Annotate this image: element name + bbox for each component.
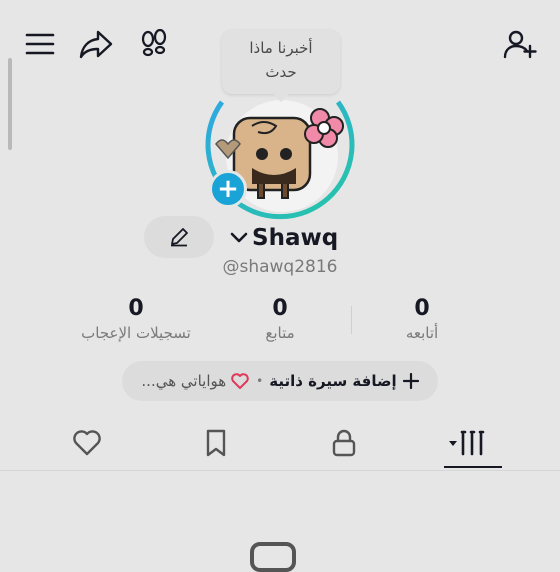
tab-private[interactable] [322, 424, 366, 462]
stat-following-value: 0 [414, 296, 430, 321]
pencil-icon [171, 228, 188, 247]
hobbies-button[interactable]: هواياتي هي... [141, 372, 250, 390]
stat-following-label: أتابعه [405, 324, 439, 342]
plus-icon: + [217, 174, 239, 204]
stat-followers-value: 0 [272, 296, 288, 321]
heart-icon [73, 430, 101, 456]
add-bio-label: إضافة سيرة ذاتية [269, 372, 397, 390]
bookmark-icon [206, 429, 226, 457]
footprints-icon[interactable] [136, 26, 172, 62]
stat-likes[interactable]: 0 تسجيلات الإعجاب [66, 296, 206, 344]
stat-divider [351, 306, 352, 334]
edit-profile-button[interactable] [144, 216, 214, 258]
plus-icon [402, 373, 419, 389]
hobbies-label: هواياتي هي... [141, 372, 227, 390]
chevron-down-icon [230, 232, 248, 243]
tab-videos[interactable] [446, 424, 490, 462]
share-arrow-icon[interactable] [78, 26, 114, 62]
stat-followers-label: متابع [265, 324, 295, 342]
profile-name: Shawq [252, 225, 339, 251]
lock-icon [332, 429, 356, 457]
bio-separator: • [256, 374, 264, 388]
tab-liked[interactable] [65, 424, 109, 462]
heart-outline-icon [231, 373, 249, 389]
stat-followers[interactable]: 0 متابع [210, 296, 350, 344]
active-tab-indicator [444, 466, 502, 468]
stat-likes-label: تسجيلات الإعجاب [81, 324, 191, 342]
tabs-divider [0, 470, 560, 471]
bio-pill: إضافة سيرة ذاتية • هواياتي هي... [122, 361, 438, 401]
status-tooltip[interactable]: أخبرنا ماذا حدث [222, 30, 340, 94]
profile-handle: @shawq2816 [222, 257, 338, 277]
videos-grid-icon [449, 430, 485, 456]
add-story-button[interactable]: + [209, 170, 247, 208]
tooltip-line1: أخبرنا ماذا [249, 39, 313, 57]
add-bio-button[interactable]: إضافة سيرة ذاتية [269, 372, 419, 390]
tab-saved[interactable] [194, 424, 238, 462]
scrollbar[interactable] [8, 58, 12, 150]
tooltip-line2: حدث [265, 63, 297, 81]
stat-following[interactable]: 0 أتابعه [352, 296, 492, 344]
account-switcher[interactable]: Shawq [230, 222, 338, 254]
hamburger-icon[interactable] [22, 26, 58, 62]
stat-likes-value: 0 [128, 296, 144, 321]
add-user-icon[interactable] [502, 26, 538, 62]
empty-state-icon [250, 542, 296, 572]
